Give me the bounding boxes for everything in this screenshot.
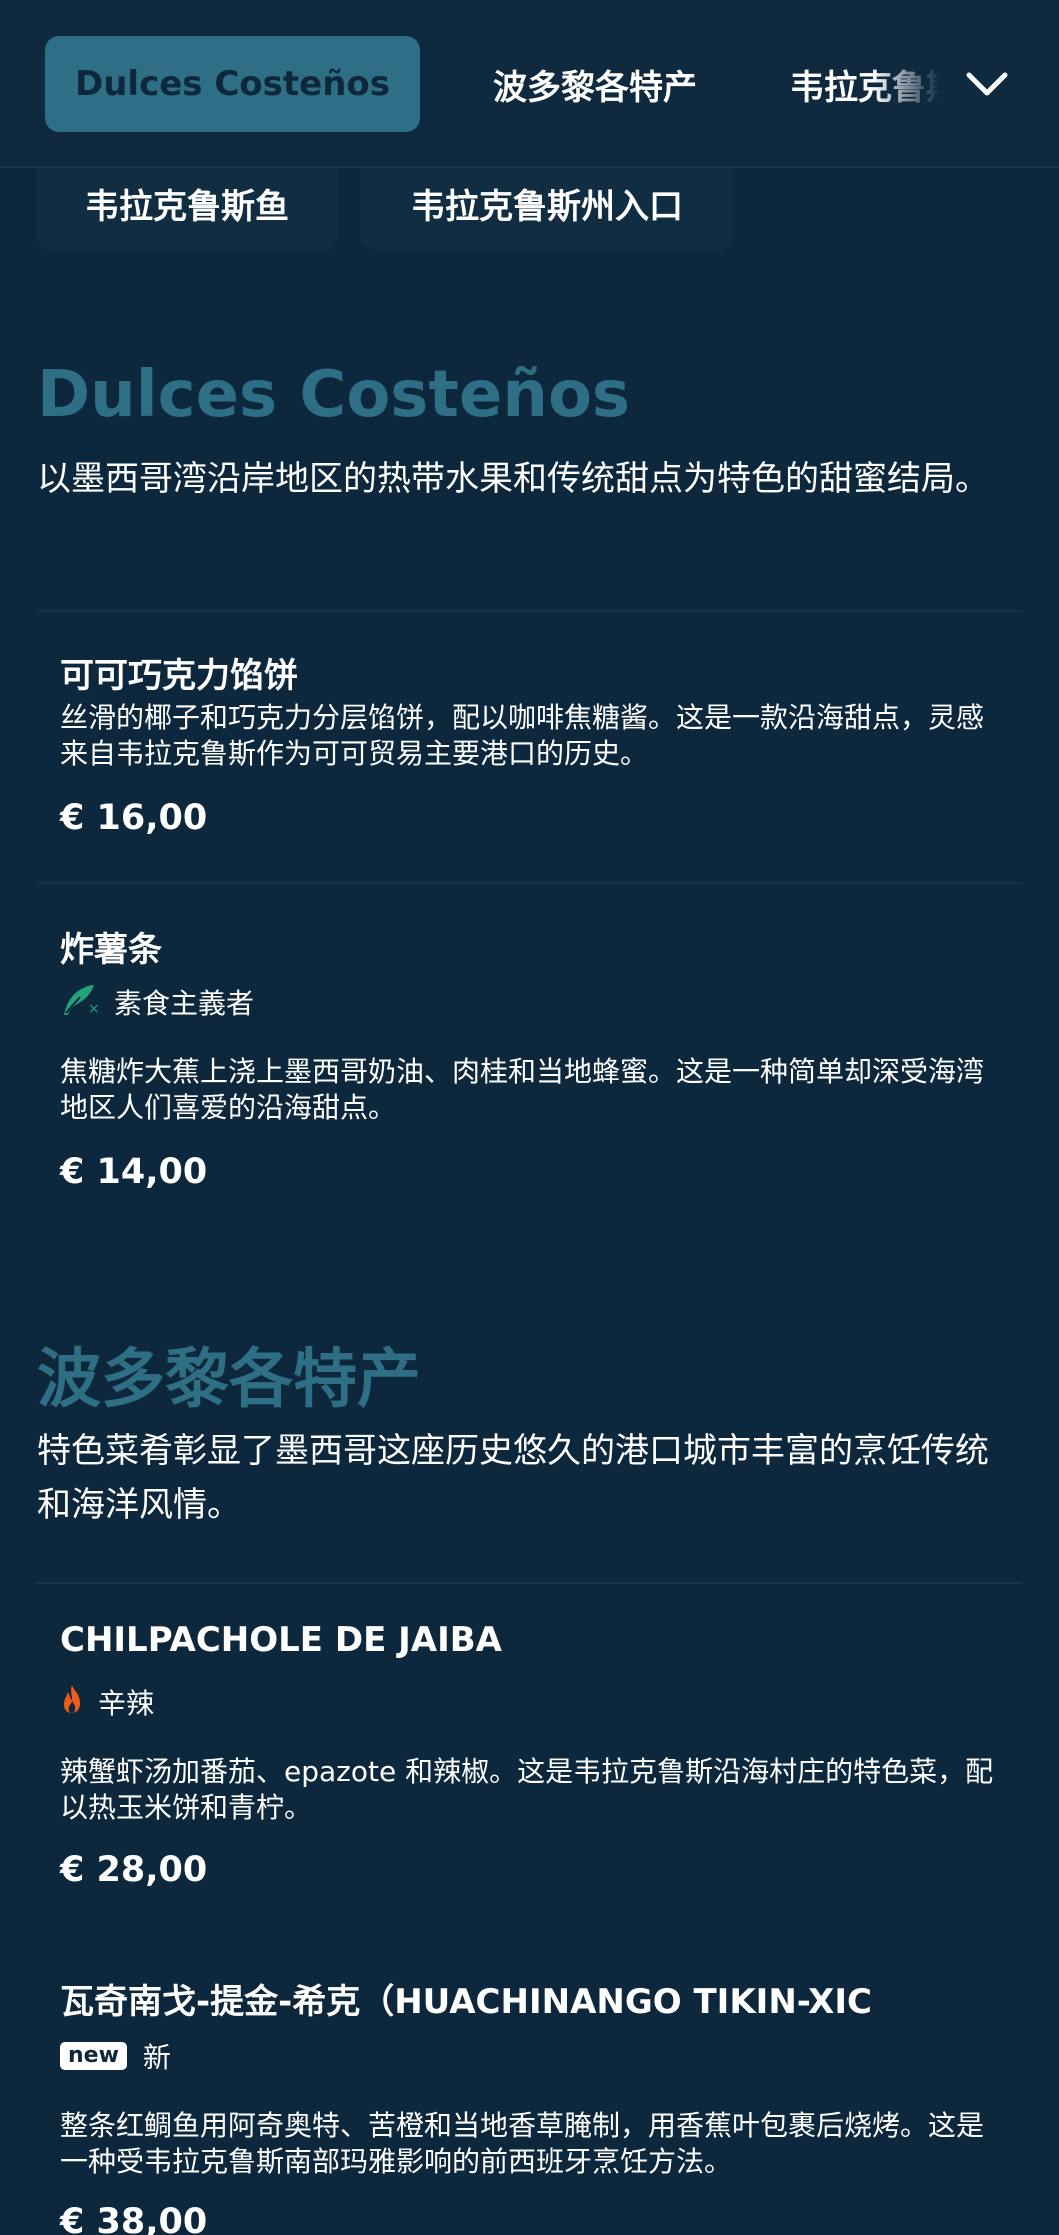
dietary-tag: × 素食主義者	[60, 982, 254, 1022]
item-price: € 38,00	[60, 2202, 208, 2235]
chevron-down-icon[interactable]	[963, 60, 1011, 108]
divider	[37, 882, 1022, 884]
section-title: Dulces Costeños	[37, 358, 630, 432]
item-name: 炸薯条	[60, 930, 162, 970]
item-name: 可可巧克力馅饼	[60, 656, 298, 696]
item-price: € 14,00	[60, 1152, 208, 1192]
item-name: 瓦奇南戈-提金-希克（HUACHINANGO TIKIN-XIC	[60, 1982, 872, 2022]
divider	[37, 1582, 1022, 1584]
tab-puerto-specialties[interactable]: 波多黎各特产	[470, 36, 720, 132]
vegan-leaf-icon: ×	[60, 981, 100, 1024]
section-title: 波多黎各特产	[37, 1343, 421, 1417]
section-description: 以墨西哥湾沿岸地区的热带水果和传统甜点为特色的甜蜜结局。	[37, 459, 989, 499]
section-description: 特色菜肴彰显了墨西哥这座历史悠久的港口城市丰富的烹饪传统和海洋风情。	[37, 1431, 989, 1525]
svg-text:×: ×	[88, 1001, 100, 1017]
tag-label: 素食主義者	[114, 987, 255, 1020]
item-description: 辣蟹虾汤加番茄、epazote 和辣椒。这是韦拉克鲁斯沿海村庄的特色菜，配以热玉…	[60, 1755, 994, 1824]
item-price: € 28,00	[60, 1850, 208, 1890]
tab-dulces-costenos[interactable]: Dulces Costeños	[45, 36, 420, 132]
item-description: 焦糖炸大蕉上浇上墨西哥奶油、肉桂和当地蜂蜜。这是一种简单却深受海湾地区人们喜爱的…	[60, 1055, 985, 1124]
dietary-tag: 辛辣	[60, 1682, 154, 1722]
item-name: CHILPACHOLE DE JAIBA	[60, 1620, 502, 1660]
divider	[37, 610, 1022, 612]
dietary-tag: new 新	[60, 2036, 171, 2076]
new-badge-icon: new	[60, 2042, 127, 2070]
item-description: 丝滑的椰子和巧克力分层馅饼，配以咖啡焦糖酱。这是一款沿海甜点，灵感来自韦拉克鲁斯…	[60, 701, 985, 770]
tag-label: 辛辣	[98, 1687, 155, 1720]
menu-page: Dulces Costeños 波多黎各特产 韦拉克鲁斯州 韦拉克鲁斯鱼 韦拉克…	[0, 0, 1059, 2235]
tab-veracruz[interactable]: 韦拉克鲁斯州	[790, 36, 940, 132]
item-description: 整条红鲷鱼用阿奇奥特、苦橙和当地香草腌制，用香蕉叶包裹后烧烤。这是一种受韦拉克鲁…	[60, 2109, 985, 2178]
tag-label: 新	[142, 2041, 171, 2074]
flame-icon	[60, 1683, 84, 1722]
category-tab-bar: Dulces Costeños 波多黎各特产 韦拉克鲁斯州	[0, 0, 1059, 168]
item-price: € 16,00	[60, 798, 208, 838]
